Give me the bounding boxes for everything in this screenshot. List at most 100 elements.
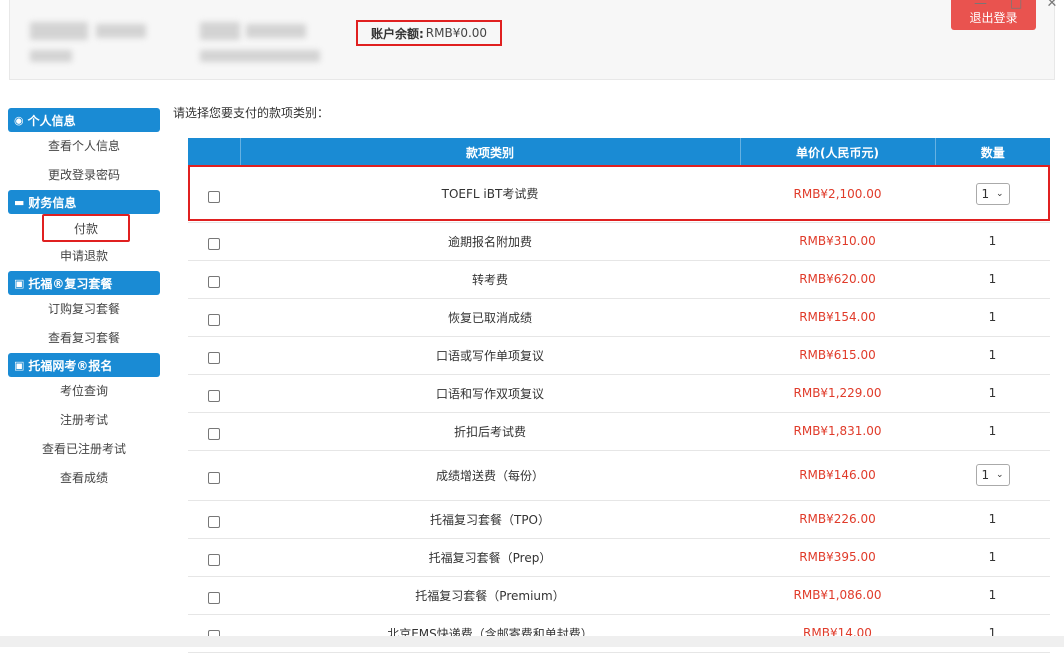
minimize-icon[interactable]: —: [974, 0, 987, 11]
item-name: 口语和写作双项复议: [240, 374, 740, 413]
row-checkbox[interactable]: [208, 190, 220, 203]
row-checkbox-cell: [188, 538, 240, 577]
quantity-value: 1: [988, 386, 997, 400]
item-name: 成绩增送费（每份）: [240, 450, 740, 501]
table-row: 口语和写作双项复议 RMB¥1,229.00 1: [188, 374, 1050, 413]
table-row: 恢复已取消成绩 RMB¥154.00 1: [188, 298, 1050, 337]
item-price: RMB¥1,229.00: [740, 374, 935, 413]
row-checkbox[interactable]: [208, 592, 220, 604]
item-quantity-cell: 1: [935, 412, 1050, 451]
quantity-value: 1: [988, 234, 997, 248]
horizontal-scrollbar[interactable]: [0, 636, 1064, 647]
sidebar-section-title: 个人信息: [27, 113, 76, 128]
sidebar-section-title: 财务信息: [28, 195, 77, 210]
quantity-select[interactable]: 1 ⌄: [975, 182, 1010, 205]
quantity-value: 1: [988, 588, 997, 602]
row-checkbox[interactable]: [208, 428, 220, 440]
item-quantity-cell: 1: [935, 576, 1050, 615]
account-header: 账户余额: RMB¥0.00 退出登录: [9, 0, 1055, 80]
table-row: TOEFL iBT考试费 RMB¥2,100.00 1 ⌄: [188, 166, 1050, 223]
table-header-row: 款项类别 单价(人民币元) 数量: [188, 138, 1050, 166]
blurred-name-2: [96, 24, 146, 38]
sidebar-item-register-test[interactable]: 注册考试: [8, 406, 160, 435]
item-quantity-cell: 1 ⌄: [935, 166, 1050, 223]
item-price: RMB¥226.00: [740, 500, 935, 539]
sidebar-item-view-scores[interactable]: 查看成绩: [8, 464, 160, 493]
blurred-id: [30, 50, 72, 62]
item-price: RMB¥1,086.00: [740, 576, 935, 615]
chevron-down-icon: ⌄: [995, 470, 1004, 480]
item-quantity-cell: 1 ⌄: [935, 450, 1050, 501]
payment-prompt: 请选择您要支付的款项类别：: [173, 106, 330, 120]
balance-value: RMB¥0.00: [425, 26, 488, 40]
table-row: 折扣后考试费 RMB¥1,831.00 1: [188, 412, 1050, 451]
row-checkbox[interactable]: [208, 314, 220, 326]
row-checkbox[interactable]: [208, 352, 220, 364]
sidebar-item-seat-search[interactable]: 考位查询: [8, 377, 160, 406]
row-checkbox[interactable]: [208, 516, 220, 528]
row-checkbox-cell: [188, 298, 240, 337]
sidebar-item-change-password[interactable]: 更改登录密码: [8, 161, 160, 190]
sidebar-item-order-prep[interactable]: 订购复习套餐: [8, 295, 160, 324]
chevron-down-icon: ⌄: [995, 188, 1004, 199]
item-name: 折扣后考试费: [240, 412, 740, 451]
quantity-value: 1: [988, 512, 997, 526]
item-name: TOEFL iBT考试费: [240, 166, 740, 223]
item-name: 转考费: [240, 260, 740, 299]
row-checkbox[interactable]: [208, 276, 220, 288]
item-name: 托福复习套餐（Prep）: [240, 538, 740, 577]
row-checkbox[interactable]: [208, 238, 220, 250]
quantity-select[interactable]: 1 ⌄: [975, 464, 1010, 486]
blurred-info-2: [246, 24, 306, 38]
row-checkbox[interactable]: [208, 554, 220, 566]
row-checkbox-cell: [188, 500, 240, 539]
quantity-value: 1: [988, 272, 997, 286]
sidebar-section-title: 托福®复习套餐: [28, 276, 113, 291]
row-checkbox-cell: [188, 336, 240, 375]
item-price: RMB¥395.00: [740, 538, 935, 577]
sidebar-item-refund[interactable]: 申请退款: [8, 242, 160, 271]
sidebar: ◉ 个人信息 查看个人信息 更改登录密码 ▬ 财务信息 付款 申请退款 ▣ 托福…: [8, 108, 160, 493]
col-price-header: 单价(人民币元): [739, 138, 935, 166]
quantity-value: 1: [981, 186, 990, 201]
close-icon[interactable]: ✕: [1046, 0, 1058, 11]
maximize-icon[interactable]: □: [1010, 0, 1022, 11]
sidebar-item-view-profile[interactable]: 查看个人信息: [8, 132, 160, 161]
item-price: RMB¥2,100.00: [740, 166, 935, 223]
item-quantity-cell: 1: [935, 500, 1050, 539]
table-row: 成绩增送费（每份） RMB¥146.00 1 ⌄: [188, 450, 1050, 501]
row-checkbox-cell: [188, 412, 240, 451]
item-quantity-cell: 1: [935, 336, 1050, 375]
col-select-header: [188, 138, 240, 166]
table-row: 托福复习套餐（Premium） RMB¥1,086.00 1: [188, 576, 1050, 615]
table-row: 口语或写作单项复议 RMB¥615.00 1: [188, 336, 1050, 375]
item-quantity-cell: 1: [935, 298, 1050, 337]
quantity-value: 1: [981, 468, 990, 482]
row-checkbox-cell: [188, 166, 240, 223]
quantity-value: 1: [988, 550, 997, 564]
table-row: 转考费 RMB¥620.00 1: [188, 260, 1050, 299]
sidebar-item-payment[interactable]: 付款: [42, 214, 130, 242]
credit-card-icon: ▬: [14, 195, 25, 209]
sidebar-item-registered-tests[interactable]: 查看已注册考试: [8, 435, 160, 464]
sidebar-section-title: 托福网考®报名: [28, 358, 113, 373]
item-name: 口语或写作单项复议: [240, 336, 740, 375]
item-price: RMB¥154.00: [740, 298, 935, 337]
table-row: 托福复习套餐（Prep） RMB¥395.00 1: [188, 538, 1050, 577]
row-checkbox-cell: [188, 576, 240, 615]
book-icon: ▣: [14, 358, 25, 372]
window-controls: — □ ✕: [974, 0, 1058, 11]
sidebar-section-registration: ▣ 托福网考®报名: [8, 353, 160, 377]
row-checkbox-cell: [188, 374, 240, 413]
item-price: RMB¥1,831.00: [740, 412, 935, 451]
item-quantity-cell: 1: [935, 374, 1050, 413]
sidebar-item-view-prep[interactable]: 查看复习套餐: [8, 324, 160, 353]
blurred-info: [200, 22, 240, 40]
logout-label: 退出登录: [969, 11, 1018, 25]
user-circle-icon: ◉: [14, 113, 24, 127]
item-quantity-cell: 1: [935, 222, 1050, 261]
row-checkbox[interactable]: [208, 390, 220, 402]
item-quantity-cell: 1: [935, 538, 1050, 577]
quantity-value: 1: [988, 310, 997, 324]
row-checkbox[interactable]: [208, 472, 220, 484]
